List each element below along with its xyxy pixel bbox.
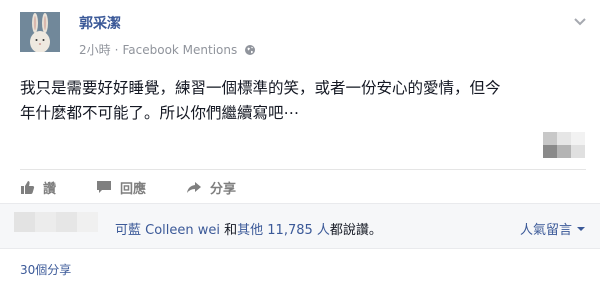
sort-down-arrow-icon [577,226,585,231]
comment-label: 回應 [120,181,147,197]
other-likers-link[interactable]: 其他 11,785 人 [237,223,330,238]
comment-sort-dropdown[interactable]: 人氣留言 [520,219,586,238]
share-label: 分享 [210,181,237,197]
like-label: 讚 [43,181,57,197]
likes-connector: 和 [220,223,238,238]
post-options-chevron-icon[interactable] [574,12,586,26]
post-meta: 2小時 · Facebook Mentions [79,41,256,58]
blurred-thumbnail[interactable] [543,132,585,158]
meta-separator: · [114,42,119,57]
thumbs-up-icon [21,180,35,194]
share-arrow-icon [187,181,202,193]
shares-count-link[interactable]: 30個分享 [20,261,71,278]
rabbit-avatar-image [20,12,60,52]
likes-suffix: 都說讚。 [329,223,382,238]
post-body: 我只是需要好好睡覺，練習一個標準的笑，或者一份安心的愛情，但今 年什麼都不可能了… [20,76,590,126]
globe-icon[interactable] [244,44,256,56]
facebook-post: 郭采潔 2小時 · Facebook Mentions 我只是需要好好睡覺，練習… [0,0,600,290]
likers-blurred-avatars [14,212,98,232]
post-text-line: 我只是需要好好睡覺，練習一個標準的笑，或者一份安心的愛情，但今 [20,79,501,97]
likes-bar: 可藍 Colleen wei 和其他 11,785 人都說讚。 人氣留言 [0,203,600,249]
comment-sort-label: 人氣留言 [519,223,572,238]
post-actions: 讚 回應 分享 [20,177,276,197]
author-avatar[interactable] [20,12,60,52]
comment-button[interactable]: 回應 [96,178,146,197]
comment-icon [97,181,112,193]
share-button[interactable]: 分享 [186,178,236,197]
like-button[interactable]: 讚 [20,178,56,197]
post-divider [20,169,586,170]
post-source: Facebook Mentions [122,42,238,57]
post-text-line: 年什麼都不可能了。所以你們繼續寫吧⋯ [20,104,300,122]
post-timestamp[interactable]: 2小時 [79,41,111,58]
likes-summary: 可藍 Colleen wei 和其他 11,785 人都說讚。 [115,219,382,238]
liker-names-link[interactable]: 可藍 Colleen wei [115,223,220,238]
author-name[interactable]: 郭采潔 [79,13,121,33]
